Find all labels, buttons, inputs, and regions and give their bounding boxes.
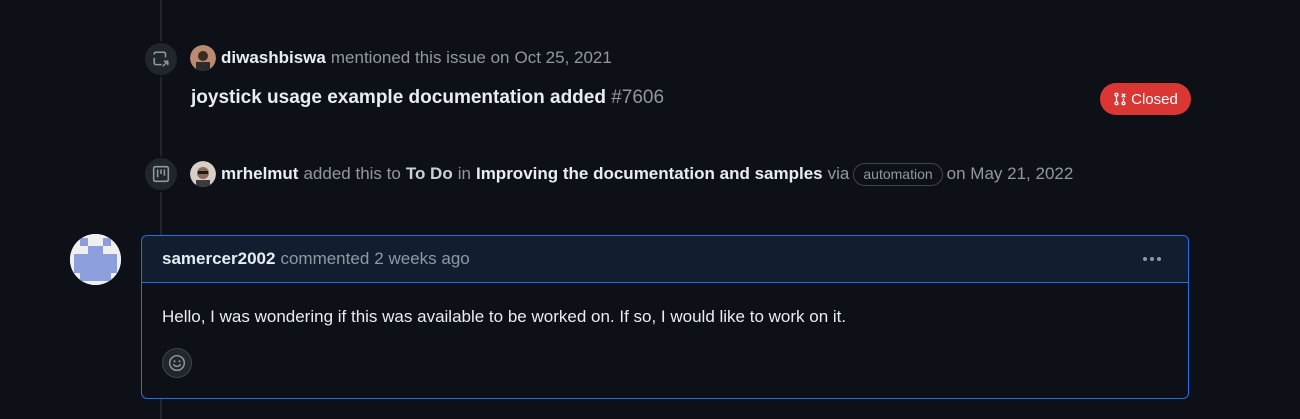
event-action: mentioned this issue on — [330, 48, 510, 67]
cross-reference-icon — [153, 51, 169, 67]
in-word: in — [457, 164, 471, 183]
reference-number[interactable]: #7606 — [611, 87, 664, 108]
avatar[interactable] — [190, 45, 216, 71]
cross-reference-badge — [143, 41, 179, 77]
comment-body: Hello, I was wondering if this was avail… — [162, 307, 847, 326]
project-name[interactable]: Improving the documentation and samples — [476, 164, 823, 184]
mention-event: diwashbiswa mentioned this issue on Oct … — [190, 45, 612, 71]
comment-action: commented — [280, 249, 370, 268]
reference-title[interactable]: joystick usage example documentation add… — [191, 87, 606, 108]
comment-box: samercer2002 commented 2 weeks ago Hello… — [141, 235, 1189, 399]
smiley-icon — [168, 354, 186, 372]
pull-request-closed-icon — [1114, 92, 1126, 106]
avatar[interactable] — [190, 161, 216, 187]
comment-author[interactable]: samercer2002 — [162, 249, 275, 269]
project-badge — [143, 156, 179, 192]
project-icon — [152, 165, 170, 183]
comment-header: samercer2002 commented 2 weeks ago — [142, 236, 1188, 283]
comment-time[interactable]: 2 weeks ago — [374, 249, 469, 269]
automation-label: automation — [853, 162, 943, 186]
project-column: To Do — [405, 164, 453, 183]
event-action: added this to — [303, 164, 401, 183]
closed-state-badge: Closed — [1100, 83, 1191, 115]
event-author[interactable]: diwashbiswa — [221, 48, 326, 68]
more-options-icon[interactable] — [1138, 248, 1166, 270]
commenter-avatar[interactable] — [70, 234, 121, 285]
event-author[interactable]: mrhelmut — [221, 164, 298, 184]
closed-label: Closed — [1131, 90, 1178, 108]
event-date[interactable]: Oct 25, 2021 — [514, 48, 611, 68]
reference-link[interactable]: joystick usage example documentation add… — [191, 87, 664, 109]
project-event: mrhelmut added this to To Do in Improvin… — [190, 161, 1073, 187]
add-reaction-button[interactable] — [162, 348, 192, 378]
event-date[interactable]: on May 21, 2022 — [947, 164, 1074, 184]
via-word: via — [827, 164, 850, 183]
